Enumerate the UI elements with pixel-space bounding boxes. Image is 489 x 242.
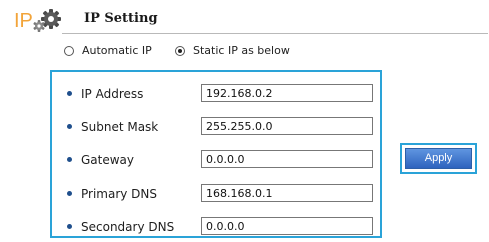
radio-unchecked-icon[interactable] (64, 45, 74, 56)
secondary-dns-label: Secondary DNS (81, 220, 175, 234)
small-gear-icon (33, 20, 45, 32)
ip-address-label: IP Address (81, 87, 144, 101)
gateway-row: Gateway (52, 150, 380, 170)
bullet-icon (67, 157, 72, 162)
page-header: IP IP Setting (0, 0, 489, 34)
automatic-ip-radio[interactable]: Automatic IP (64, 44, 152, 57)
static-ip-settings-panel: IP Address Subnet Mask Gateway Primary D… (50, 70, 382, 238)
gateway-input[interactable] (201, 150, 373, 168)
secondary-dns-input[interactable] (201, 217, 373, 235)
ip-setting-page: IP IP Setting Automatic IP Static IP as … (0, 0, 489, 242)
apply-highlight: Apply (400, 143, 477, 174)
logo-text: IP (14, 10, 33, 32)
apply-button[interactable]: Apply (405, 148, 472, 169)
page-title: IP Setting (84, 11, 158, 26)
bullet-icon (67, 191, 72, 196)
primary-dns-input[interactable] (201, 184, 373, 202)
primary-dns-label: Primary DNS (81, 187, 158, 201)
subnet-mask-row: Subnet Mask (52, 117, 380, 137)
subnet-mask-label: Subnet Mask (81, 120, 159, 134)
gateway-label: Gateway (81, 153, 135, 167)
automatic-ip-label: Automatic IP (82, 44, 152, 57)
bullet-icon (67, 224, 72, 229)
static-ip-radio[interactable]: Static IP as below (175, 44, 290, 57)
subnet-mask-input[interactable] (201, 117, 373, 135)
large-gear-icon (41, 9, 61, 29)
ip-address-row: IP Address (52, 84, 380, 104)
secondary-dns-row: Secondary DNS (52, 217, 380, 237)
settings-gears-logo: IP (14, 9, 61, 32)
radio-checked-icon[interactable] (175, 45, 185, 56)
primary-dns-row: Primary DNS (52, 184, 380, 204)
bullet-icon (67, 124, 72, 129)
header-divider (62, 33, 488, 34)
ip-address-input[interactable] (201, 84, 373, 102)
static-ip-label: Static IP as below (193, 44, 290, 57)
bullet-icon (67, 91, 72, 96)
